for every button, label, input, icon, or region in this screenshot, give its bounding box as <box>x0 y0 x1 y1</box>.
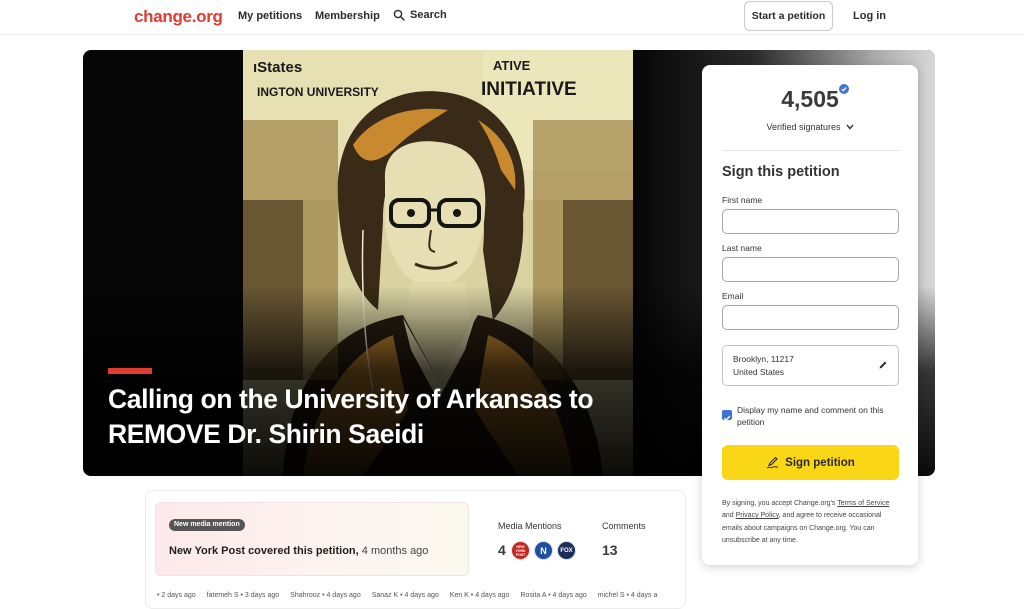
media-mentions-label: Media Mentions <box>498 521 562 531</box>
sign-text-initiative: INITIATIVE <box>481 79 577 100</box>
media-mention-time: 4 months ago <box>361 545 429 557</box>
last-name-label: Last name <box>722 243 762 253</box>
sign-text-university: INGTON UNIVERSITY <box>257 85 379 99</box>
change-org-logo[interactable]: change.org <box>134 7 223 27</box>
verified-signatures-toggle[interactable]: Verified signatures <box>702 122 918 132</box>
chevron-down-icon <box>845 124 854 130</box>
accent-bar <box>108 368 152 374</box>
media-mention-card[interactable]: New media mention New York Post covered … <box>155 502 469 576</box>
first-name-input[interactable] <box>722 209 899 234</box>
location-field[interactable]: Brooklyn, 11217 United States <box>722 345 899 386</box>
sign-text-left: ıStates <box>253 59 302 76</box>
media-mentions-count: 4 <box>498 542 506 558</box>
start-petition-button[interactable]: Start a petition <box>744 1 833 31</box>
comments-count: 13 <box>602 542 618 558</box>
recent-signer: Sanaz K • 4 days ago <box>371 592 439 599</box>
search-icon <box>393 9 405 21</box>
nav-my-petitions[interactable]: My petitions <box>238 10 302 22</box>
email-input[interactable] <box>722 305 899 330</box>
fox-news-logo[interactable]: FOX <box>557 541 576 560</box>
checkmark-icon <box>723 415 731 421</box>
email-label: Email <box>722 291 744 301</box>
login-link[interactable]: Log in <box>853 10 886 22</box>
last-name-input[interactable] <box>722 257 899 282</box>
recent-signer: michel S • 4 days a <box>597 592 658 599</box>
legal-notice: By signing, you accept Change.org's Term… <box>722 498 902 547</box>
sign-petition-button[interactable]: Sign petition <box>722 445 899 480</box>
nav-search[interactable]: Search <box>393 9 447 21</box>
display-name-checkbox[interactable] <box>722 410 732 421</box>
media-mention-text: New York Post covered this petition, 4 m… <box>169 545 428 557</box>
recent-signers-ticker: • 2 days ago fatemeh S • 3 days ago Shah… <box>157 592 657 599</box>
newsweek-logo[interactable]: N <box>534 541 553 560</box>
petition-activity-panel: New media mention New York Post covered … <box>145 490 686 609</box>
legal-text-2: and <box>722 512 736 520</box>
fox-logo-text: FOX <box>560 547 573 554</box>
sign-text-top: ATIVE <box>493 58 531 73</box>
sign-petition-card: 4,505 Verified signatures Sign this peti… <box>702 65 918 565</box>
signature-pen-icon <box>766 456 779 469</box>
display-name-label: Display my name and comment on this peti… <box>737 405 884 427</box>
recent-signer: • 2 days ago <box>157 592 196 599</box>
signature-count: 4,505 <box>781 86 839 112</box>
location-line-2: United States <box>733 367 785 377</box>
legal-text-1: By signing, you accept Change.org's <box>722 500 838 507</box>
location-line-1: Brooklyn, 11217 <box>733 354 794 364</box>
divider <box>722 150 900 151</box>
media-outlet-text: New York Post covered this petition, <box>169 545 359 557</box>
sign-heading: Sign this petition <box>722 164 840 180</box>
first-name-label: First name <box>722 195 763 205</box>
sign-petition-label: Sign petition <box>785 456 855 469</box>
n-logo-text: N <box>540 545 547 556</box>
verified-signatures-label: Verified signatures <box>766 122 841 132</box>
recent-signer: Rosita A • 4 days ago <box>520 592 587 599</box>
new-media-badge: New media mention <box>169 519 245 531</box>
pencil-edit-icon[interactable] <box>878 360 888 370</box>
terms-link[interactable]: Terms of Service <box>837 500 889 507</box>
recent-signer: Ken K • 4 days ago <box>449 592 510 599</box>
new-york-post-logo[interactable]: NEW YORK POST <box>511 541 530 560</box>
privacy-link[interactable]: Privacy Policy <box>736 512 779 519</box>
top-nav: change.org My petitions Membership Searc… <box>0 0 1024 35</box>
recent-signer: Shahrooz • 4 days ago <box>290 592 361 599</box>
verified-badge-icon <box>839 84 849 94</box>
nav-search-label: Search <box>410 9 447 21</box>
comments-label: Comments <box>602 521 646 531</box>
nypost-logo-text: NEW YORK POST <box>515 544 526 557</box>
petition-title: Calling on the University of Arkansas to… <box>108 384 594 449</box>
recent-signer: fatemeh S • 3 days ago <box>206 592 280 599</box>
nav-membership[interactable]: Membership <box>315 10 380 22</box>
